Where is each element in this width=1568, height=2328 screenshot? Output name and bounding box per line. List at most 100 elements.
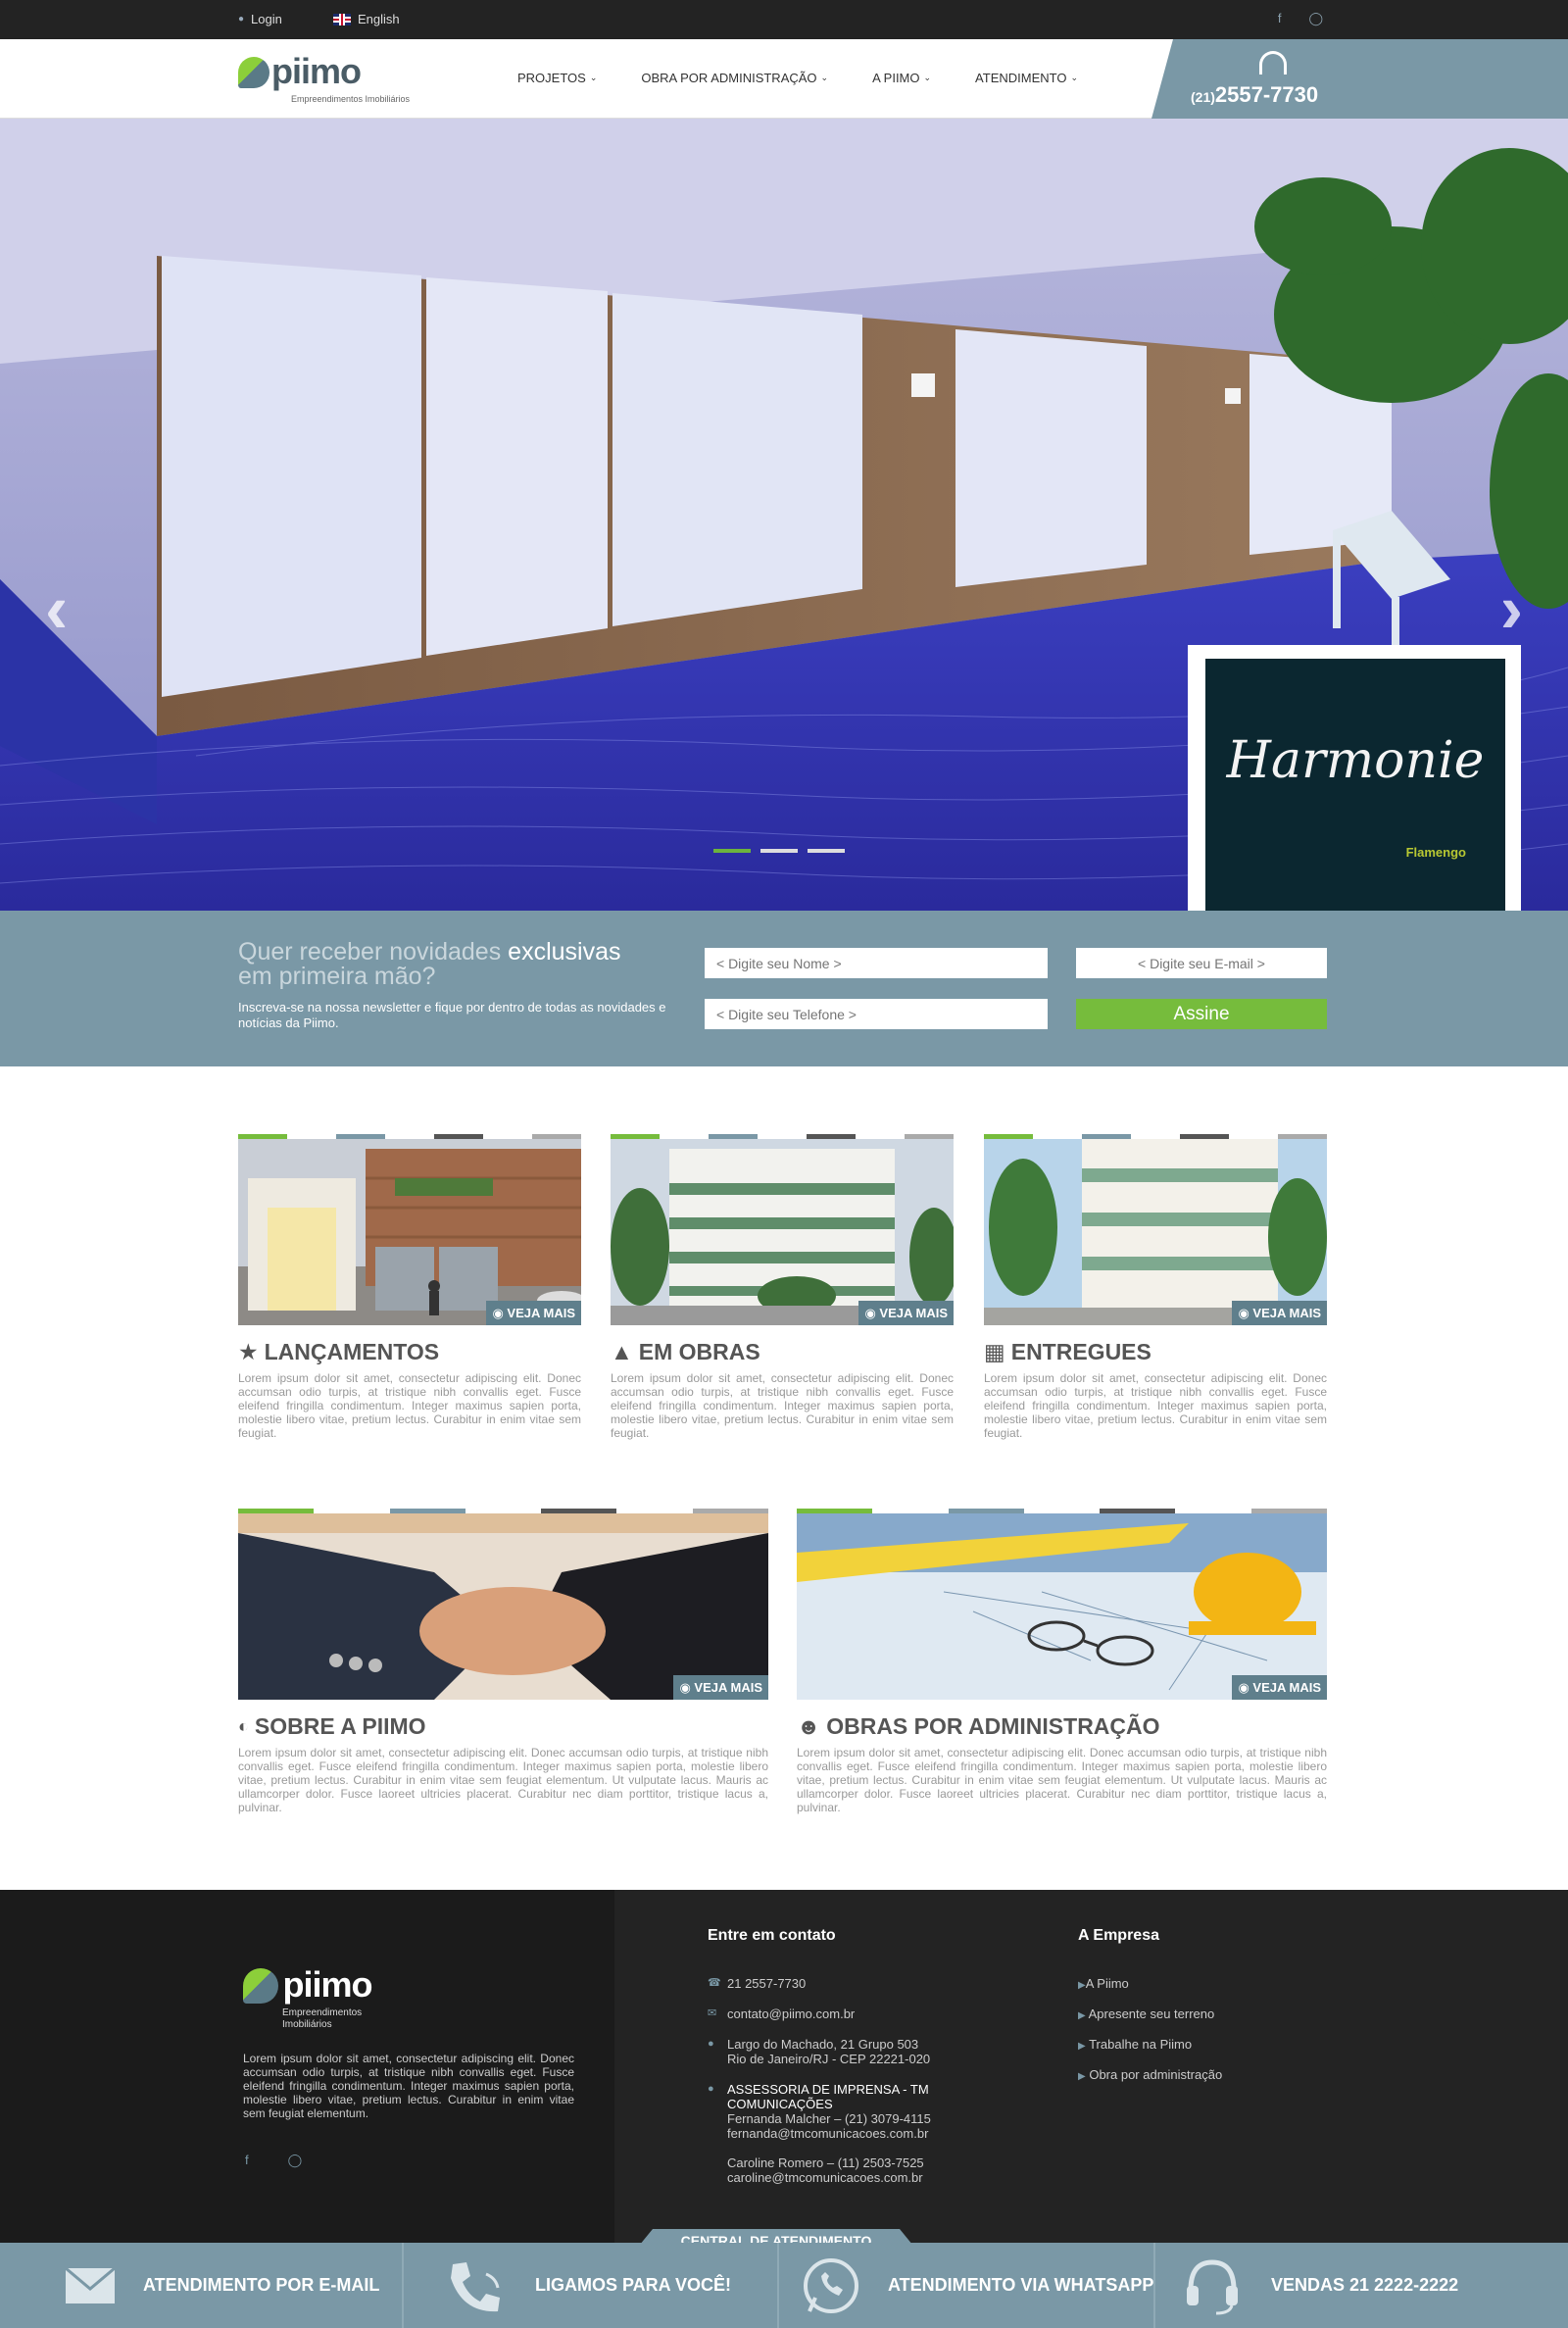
company-title: A Empresa xyxy=(1078,1927,1159,1944)
card-title: ★ LANÇAMENTOS xyxy=(238,1339,581,1365)
whatsapp-button[interactable]: ATENDIMENTO VIA WHATSAPP xyxy=(802,2243,1153,2328)
contact-address: ● Largo do Machado, 21 Grupo 503 Rio de Ja… xyxy=(708,2037,1011,2066)
newsletter-email-input[interactable] xyxy=(1076,948,1327,978)
address-line-1: Largo do Machado, 21 Grupo 503 xyxy=(727,2037,919,2052)
newsletter-heading-line2: em primeira mão? xyxy=(238,963,436,990)
press-contact-1-email[interactable]: fernanda@tmcomunicacoes.com.br xyxy=(727,2126,928,2141)
bar-divider xyxy=(777,2243,779,2328)
piimo-logo[interactable]: piimo Empreendimentos Imobiliários xyxy=(238,54,410,104)
caret-right-icon: ▶ xyxy=(1078,2071,1086,2082)
nav-label: PROJETOS xyxy=(517,71,586,85)
veja-mais-button[interactable]: ◉ VEJA MAIS xyxy=(858,1301,954,1325)
footer-logo-text: piimo xyxy=(282,1964,372,2005)
promo-subtitle: Flamengo xyxy=(1405,845,1466,860)
company-link-terreno[interactable]: ▶ Apresente seu terreno xyxy=(1078,2006,1222,2021)
callback-button[interactable]: LIGAMOS PARA VOCÊ! xyxy=(443,2243,731,2328)
footer-about-column: piimo Empreendimentos Imobiliários Lorem… xyxy=(0,1890,614,2243)
footer: piimo Empreendimentos Imobiliários Lorem… xyxy=(0,1890,1568,2243)
card-image[interactable]: ◉ VEJA MAIS xyxy=(611,1139,954,1325)
handshake-photo xyxy=(238,1513,768,1700)
footer-about-text: Lorem ipsum dolor sit amet, consectetur … xyxy=(243,2052,574,2120)
footer-logo[interactable]: piimo Empreendimentos Imobiliários xyxy=(243,1964,372,2030)
card-text: Lorem ipsum dolor sit amet, consectetur … xyxy=(984,1371,1327,1440)
phone-digits: 2557-7730 xyxy=(1214,82,1319,107)
attendance-bar: ATENDIMENTO POR E-MAIL LIGAMOS PARA VOCÊ… xyxy=(0,2243,1568,2328)
nav-a-piimo[interactable]: A PIIMO ⌄ xyxy=(872,71,931,85)
envelope-icon: ✉ xyxy=(708,2007,717,2019)
slide-dot-1[interactable] xyxy=(713,849,751,853)
facebook-icon[interactable]: f xyxy=(1278,11,1282,26)
company-link-a-piimo[interactable]: ▶A Piimo xyxy=(1078,1976,1222,1991)
nav-atendimento[interactable]: ATENDIMENTO ⌄ xyxy=(975,71,1078,85)
veja-mais-button[interactable]: ◉ VEJA MAIS xyxy=(486,1301,581,1325)
hero-next-arrow[interactable]: › xyxy=(1500,570,1523,648)
newsletter-heading-bold: exclusivas xyxy=(508,938,621,966)
nav-projetos[interactable]: PROJETOS ⌄ xyxy=(517,71,597,85)
sales-phone-button[interactable]: VENDAS 21 2222-2222 xyxy=(1181,2243,1458,2328)
building-icon: ▦ xyxy=(984,1339,1005,1364)
newsletter-heading: Quer receber novidades exclusivas em pri… xyxy=(238,940,660,989)
slider-dots xyxy=(713,849,845,853)
construction-icon: ▲ xyxy=(611,1339,633,1364)
card-image[interactable]: ◉ VEJA MAIS xyxy=(797,1513,1327,1700)
card-text: Lorem ipsum dolor sit amet, consectetur … xyxy=(238,1371,581,1440)
card-title-text: ENTREGUES xyxy=(1010,1339,1152,1364)
newsletter-name-input[interactable] xyxy=(705,948,1048,978)
slide-dot-2[interactable] xyxy=(760,849,798,853)
card-image[interactable]: ◉ VEJA MAIS xyxy=(238,1513,768,1700)
contact-email[interactable]: ✉ contato@piimo.com.br xyxy=(708,2006,1011,2021)
email-support-button[interactable]: ATENDIMENTO POR E-MAIL xyxy=(65,2243,379,2328)
company-link-trabalhe[interactable]: ▶ Trabalhe na Piimo xyxy=(1078,2037,1222,2052)
contact-title: Entre em contato xyxy=(708,1927,836,1944)
slide-dot-3[interactable] xyxy=(808,849,845,853)
contact-phone[interactable]: ☎ 21 2557-7730 xyxy=(708,1976,1011,1991)
logo-mark-icon xyxy=(238,57,270,88)
eye-icon: ◉ xyxy=(679,1680,691,1695)
chevron-down-icon: ⌄ xyxy=(1070,73,1079,82)
card-title: ◐ SOBRE A PIIMO xyxy=(238,1713,768,1740)
caret-right-icon: ▶ xyxy=(1078,1980,1086,1991)
promo-harmonie[interactable]: Harmonie Flamengo xyxy=(1188,645,1521,911)
veja-mais-button[interactable]: ◉ VEJA MAIS xyxy=(1232,1301,1327,1325)
card-title: ▲ EM OBRAS xyxy=(611,1339,954,1365)
newsletter-submit-button[interactable]: Assine xyxy=(1076,999,1327,1029)
contact-list: ☎ 21 2557-7730 ✉ contato@piimo.com.br ● Lar… xyxy=(708,1976,1011,2201)
card-image[interactable]: ◉ VEJA MAIS xyxy=(238,1139,581,1325)
login-link[interactable]: ● Login xyxy=(238,12,282,26)
company-link-obra-admin[interactable]: ▶ Obra por administração xyxy=(1078,2067,1222,2082)
card-title-text: SOBRE A PIIMO xyxy=(254,1713,426,1739)
instagram-icon[interactable]: ◯ xyxy=(1308,11,1323,26)
card-lancamentos: ◉ VEJA MAIS ★ LANÇAMENTOS Lorem ipsum dol… xyxy=(238,1134,581,1440)
contact-phone-text: 21 2557-7730 xyxy=(727,1976,807,1991)
user-icon: ● xyxy=(238,14,245,25)
piimo-icon: ◐ xyxy=(238,1716,249,1736)
language-switch[interactable]: English xyxy=(333,12,400,26)
newsletter-phone-input[interactable] xyxy=(705,999,1048,1029)
company-link-label: Obra por administração xyxy=(1089,2067,1223,2082)
instagram-icon[interactable]: ◯ xyxy=(288,2153,303,2168)
em-obras-photo xyxy=(611,1139,954,1325)
facebook-icon[interactable]: f xyxy=(245,2153,249,2168)
top-social: f ◯ xyxy=(1278,11,1323,26)
card-image[interactable]: ◉ VEJA MAIS xyxy=(984,1139,1327,1325)
whatsapp-icon xyxy=(804,2257,858,2313)
card-text: Lorem ipsum dolor sit amet, consectetur … xyxy=(611,1371,954,1440)
card-text: Lorem ipsum dolor sit amet, consectetur … xyxy=(797,1746,1327,1814)
promo-panel: Harmonie Flamengo xyxy=(1205,659,1505,911)
eye-icon: ◉ xyxy=(1238,1680,1250,1695)
nav-obra-administracao[interactable]: OBRA POR ADMINISTRAÇÃO ⌄ xyxy=(641,71,828,85)
veja-mais-button[interactable]: ◉ VEJA MAIS xyxy=(673,1675,768,1700)
nav-label: OBRA POR ADMINISTRAÇÃO xyxy=(641,71,817,85)
entregues-photo xyxy=(984,1139,1327,1325)
logo-subtitle: Empreendimentos Imobiliários xyxy=(291,94,411,104)
card-title-text: OBRAS POR ADMINISTRAÇÃO xyxy=(826,1713,1160,1739)
card-obras-administracao: ◉ VEJA MAIS ☻ OBRAS POR ADMINISTRAÇÃO Lor… xyxy=(797,1509,1327,1814)
press-contact-2-email[interactable]: caroline@tmcomunicacoes.com.br xyxy=(727,2170,923,2185)
header-phone[interactable]: (21)2557-7730 xyxy=(1152,39,1568,119)
veja-mais-button[interactable]: ◉ VEJA MAIS xyxy=(1232,1675,1327,1700)
press-contact-1: Fernanda Malcher – (21) 3079-4115 xyxy=(727,2111,931,2126)
hero-prev-arrow[interactable]: ‹ xyxy=(45,570,68,648)
eye-icon: ◉ xyxy=(492,1306,504,1320)
chevron-down-icon: ⌄ xyxy=(820,73,829,82)
eye-icon: ◉ xyxy=(1238,1306,1250,1320)
